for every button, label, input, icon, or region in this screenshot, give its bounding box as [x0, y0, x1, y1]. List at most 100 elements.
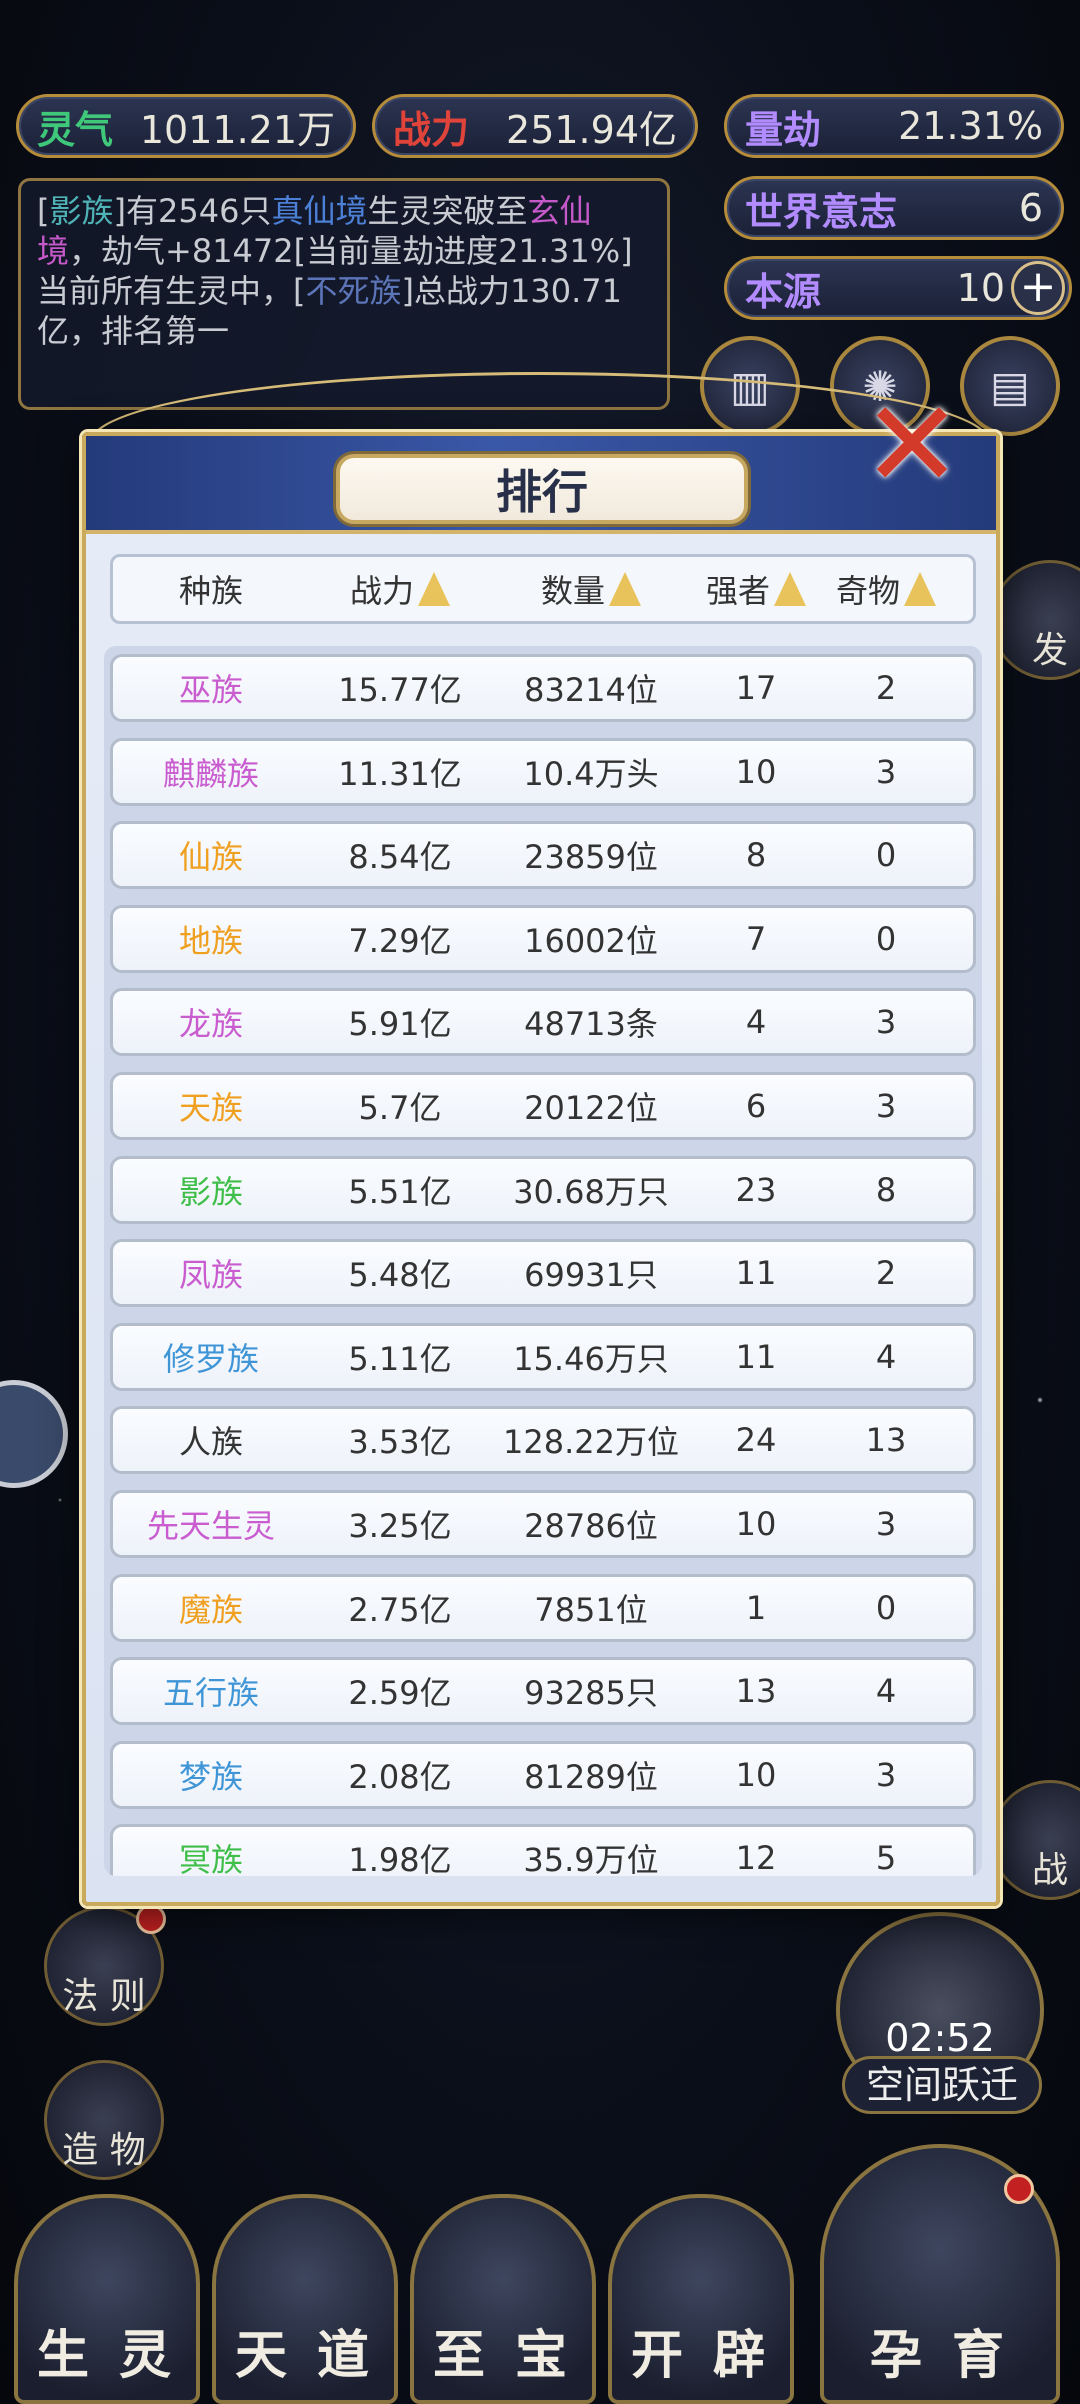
- cell-count: 15.46万只: [513, 1339, 669, 1378]
- header-race-label: 种族: [178, 572, 243, 610]
- cell-power: 2.08亿: [348, 1757, 452, 1796]
- cell-power: 7.29亿: [348, 921, 452, 960]
- cell-treasure: 4: [875, 1672, 897, 1711]
- cell-strong: 13: [735, 1672, 777, 1711]
- cell-count: 93285只: [524, 1674, 658, 1713]
- table-row[interactable]: 修罗族 5.11亿 15.46万只 11 4: [110, 1322, 976, 1391]
- side-button-label: 战: [1031, 1850, 1068, 1891]
- cell-strong: 7: [745, 919, 767, 958]
- cell-count: 16002位: [524, 921, 658, 960]
- lingqi-value: 1011.21万: [139, 107, 335, 152]
- cell-strong: 10: [735, 1755, 777, 1794]
- side-button-zhan[interactable]: 战: [990, 1780, 1080, 1900]
- table-row[interactable]: 麒麟族 11.31亿 10.4万头 10 3: [110, 737, 976, 806]
- cell-treasure: 0: [875, 919, 897, 958]
- cell-strong: 1: [745, 1588, 767, 1627]
- table-row[interactable]: 凤族 5.48亿 69931只 11 2: [110, 1239, 976, 1308]
- zao-wu-button[interactable]: 造 物: [44, 2060, 164, 2180]
- sort-by-strong[interactable]: 强者: [691, 566, 821, 612]
- nav-label: 天 道: [234, 2325, 376, 2386]
- cell-power: 8.54亿: [348, 838, 452, 877]
- sort-up-icon: [609, 572, 641, 606]
- book-icon[interactable]: ▤: [960, 336, 1060, 436]
- sort-by-power[interactable]: 战力: [309, 566, 491, 612]
- cell-strong: 11: [735, 1337, 777, 1376]
- floating-orb-icon[interactable]: [0, 1380, 68, 1488]
- cell-power: 3.25亿: [348, 1506, 452, 1545]
- cell-race: 人族: [178, 1423, 243, 1462]
- table-row[interactable]: 人族 3.53亿 128.22万位 24 13: [110, 1406, 976, 1475]
- table-row[interactable]: 冥族 1.98亿 35.9万位 12 5: [110, 1824, 976, 1876]
- nav-sheng-ling[interactable]: 生 灵: [14, 2194, 200, 2404]
- benyuan-stat[interactable]: 本源 10 +: [724, 256, 1072, 320]
- cell-strong: 6: [745, 1086, 767, 1125]
- log-text: [: [37, 192, 50, 230]
- header-power-label: 战力: [349, 572, 414, 610]
- nav-tian-dao[interactable]: 天 道: [212, 2194, 398, 2404]
- zhanli-stat[interactable]: 战力 251.94亿: [372, 94, 698, 158]
- cell-power: 5.11亿: [348, 1339, 452, 1378]
- cell-treasure: 3: [875, 1755, 897, 1794]
- cell-count: 30.68万只: [513, 1172, 669, 1211]
- table-row[interactable]: 龙族 5.91亿 48713条 4 3: [110, 988, 976, 1057]
- fa-ze-label: 法 则: [62, 1976, 146, 2017]
- log-text: ，劫气+81472[当前量劫进度21.31%]: [69, 232, 633, 270]
- table-row[interactable]: 巫族 15.77亿 83214位 17 2: [110, 654, 976, 722]
- cell-race: 龙族: [178, 1005, 243, 1044]
- close-icon[interactable]: ✕: [856, 386, 968, 508]
- header-treasure-label: 奇物: [835, 572, 900, 610]
- side-button-fa[interactable]: 发: [990, 560, 1080, 680]
- lingqi-stat[interactable]: 灵气 1011.21万: [16, 94, 356, 158]
- cell-count: 28786位: [524, 1506, 658, 1545]
- sort-by-treasure[interactable]: 奇物: [821, 566, 951, 612]
- cell-treasure: 2: [875, 1254, 897, 1293]
- table-row[interactable]: 影族 5.51亿 30.68万只 23 8: [110, 1155, 976, 1224]
- cell-count: 81289位: [524, 1757, 658, 1796]
- zhanli-label: 战力: [393, 106, 470, 152]
- cell-treasure: 8: [875, 1170, 897, 1209]
- cell-strong: 23: [735, 1170, 777, 1209]
- cell-count: 48713条: [524, 1005, 658, 1044]
- zhanli-value: 251.94亿: [506, 107, 677, 152]
- cell-race: 凤族: [178, 1256, 243, 1295]
- cell-treasure: 3: [875, 1504, 897, 1543]
- modal-title: 排行: [336, 454, 748, 524]
- nav-kai-pi[interactable]: 开 辟: [608, 2194, 794, 2404]
- table-row[interactable]: 先天生灵 3.25亿 28786位 10 3: [110, 1489, 976, 1558]
- cell-power: 1.98亿: [348, 1841, 452, 1876]
- sort-by-count[interactable]: 数量: [491, 566, 691, 612]
- cell-treasure: 2: [875, 669, 897, 707]
- log-race-link[interactable]: 不死族: [306, 272, 402, 310]
- add-benyuan-button[interactable]: +: [1011, 261, 1065, 315]
- table-row[interactable]: 五行族 2.59亿 93285只 13 4: [110, 1657, 976, 1726]
- cell-count: 35.9万位: [523, 1841, 659, 1876]
- header-strong-label: 强者: [705, 572, 770, 610]
- log-text: 生灵突破至: [367, 192, 528, 230]
- table-row[interactable]: 仙族 8.54亿 23859位 8 0: [110, 821, 976, 890]
- liangjie-label: 量劫: [745, 106, 822, 152]
- benyuan-value: 10: [956, 266, 1005, 310]
- cell-count: 128.22万位: [503, 1423, 679, 1462]
- table-row[interactable]: 天族 5.7亿 20122位 6 3: [110, 1071, 976, 1140]
- table-row[interactable]: 地族 7.29亿 16002位 7 0: [110, 904, 976, 973]
- cell-power: 2.59亿: [348, 1674, 452, 1713]
- table-row[interactable]: 梦族 2.08亿 81289位 10 3: [110, 1740, 976, 1809]
- cell-treasure: 3: [875, 1086, 897, 1125]
- shijie-stat[interactable]: 世界意志 6: [724, 176, 1064, 240]
- table-row[interactable]: 魔族 2.75亿 7851位 1 0: [110, 1573, 976, 1642]
- liangjie-stat[interactable]: 量劫 21.31%: [724, 94, 1064, 158]
- log-race-link[interactable]: 影族: [49, 192, 113, 230]
- cell-power: 5.91亿: [348, 1005, 452, 1044]
- nav-zhi-bao[interactable]: 至 宝: [410, 2194, 596, 2404]
- header-race: 种族: [113, 566, 309, 612]
- cell-count: 20122位: [524, 1088, 658, 1127]
- sort-up-icon: [774, 572, 806, 606]
- ranking-list[interactable]: 巫族 15.77亿 83214位 17 2 麒麟族 11.31亿 10.4万头 10 3 仙族 8.5…: [104, 646, 982, 1876]
- side-button-label: 发: [1031, 630, 1068, 671]
- cell-strong: 8: [745, 836, 767, 875]
- log-text: ]有2546只: [113, 192, 272, 230]
- cell-race: 冥族: [178, 1841, 243, 1876]
- sort-up-icon: [418, 572, 450, 606]
- cell-race: 仙族: [178, 838, 243, 877]
- space-jump-label: 空间跃迁: [842, 2056, 1042, 2114]
